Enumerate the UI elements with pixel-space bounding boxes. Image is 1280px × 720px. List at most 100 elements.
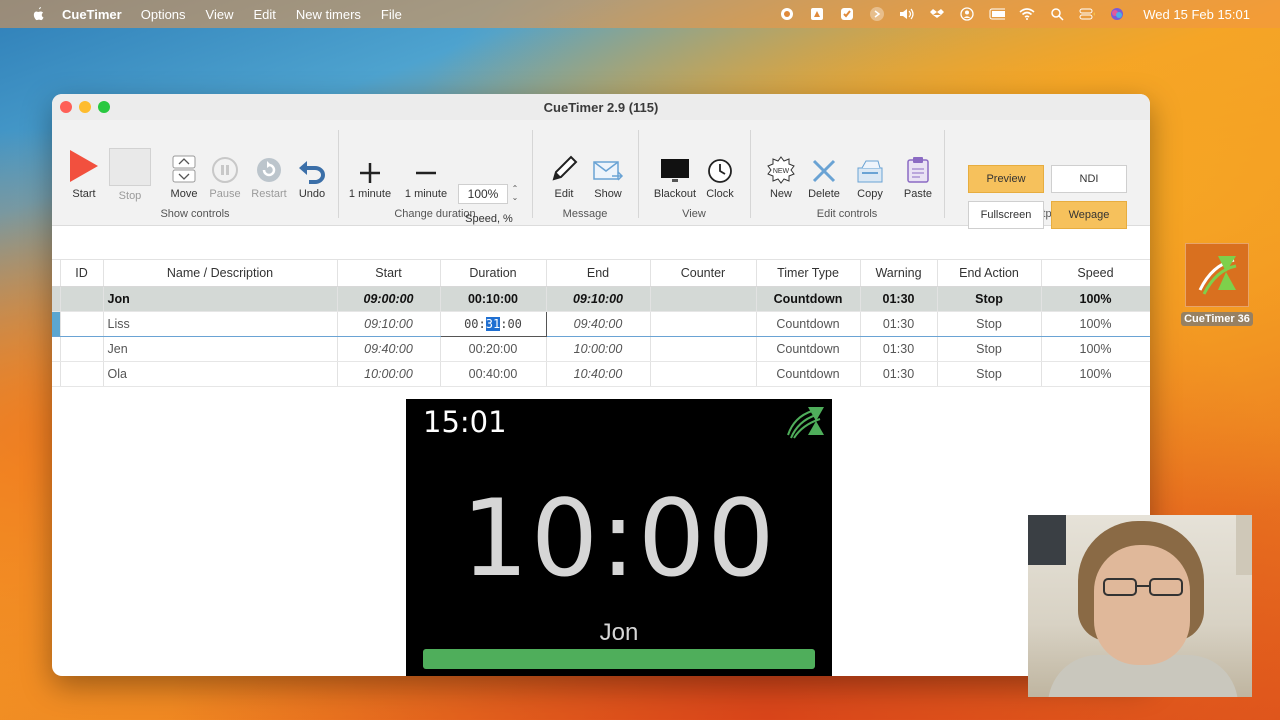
cell-duration[interactable]: 00:40:00 xyxy=(440,361,547,387)
move-button[interactable]: Move xyxy=(166,150,202,200)
speed-input[interactable]: 100% xyxy=(458,184,508,204)
cell-warning[interactable]: 01:30 xyxy=(860,336,938,362)
maximize-button[interactable] xyxy=(98,101,110,113)
cell-duration[interactable]: 00:20:00 xyxy=(440,336,547,362)
cell-type[interactable]: Countdown xyxy=(756,336,861,362)
speed-stepper[interactable]: ⌃ ⌄ xyxy=(510,184,520,204)
copy-button[interactable]: Copy xyxy=(852,150,888,200)
pause-button[interactable]: Pause xyxy=(206,150,244,200)
cell-counter[interactable] xyxy=(650,361,757,387)
cell-end-action[interactable]: Stop xyxy=(937,286,1042,312)
cell-speed[interactable]: 100% xyxy=(1041,311,1150,337)
drive-icon[interactable] xyxy=(809,7,825,21)
stepper-down-icon[interactable]: ⌄ xyxy=(510,193,520,202)
stepper-up-icon[interactable]: ⌃ xyxy=(510,184,520,193)
cell-warning[interactable]: 01:30 xyxy=(860,311,938,337)
cell-end[interactable]: 10:40:00 xyxy=(546,361,651,387)
menu-file[interactable]: File xyxy=(381,7,402,22)
restart-button[interactable]: Restart xyxy=(248,150,290,200)
control-center-icon[interactable] xyxy=(1079,7,1096,21)
cell-type[interactable]: Countdown xyxy=(756,286,861,312)
close-button[interactable] xyxy=(60,101,72,113)
cell-end-action[interactable]: Stop xyxy=(937,336,1042,362)
row-marker[interactable] xyxy=(52,336,61,362)
cell-start[interactable]: 09:40:00 xyxy=(337,336,441,362)
cell-end[interactable]: 10:00:00 xyxy=(546,336,651,362)
cell-warning[interactable]: 01:30 xyxy=(860,286,938,312)
header-speed[interactable]: Speed xyxy=(1041,259,1150,287)
menu-app-name[interactable]: CueTimer xyxy=(62,7,122,22)
cell-id[interactable] xyxy=(60,286,104,312)
webpage-output-button[interactable]: Wepage xyxy=(1051,201,1127,229)
cell-duration-editor[interactable]: 00:31:00 xyxy=(439,311,547,337)
new-timer-button[interactable]: NEW New xyxy=(764,150,798,200)
cell-counter[interactable] xyxy=(650,311,757,337)
user-icon[interactable] xyxy=(959,7,975,21)
menu-edit[interactable]: Edit xyxy=(254,7,276,22)
cell-duration[interactable]: 00:10:00 xyxy=(440,286,547,312)
header-warning[interactable]: Warning xyxy=(860,259,938,287)
stop-button[interactable]: Stop xyxy=(108,146,152,202)
message-edit-button[interactable]: Edit xyxy=(544,150,584,200)
row-marker[interactable] xyxy=(52,286,61,312)
add-minute-button[interactable]: 1 minute xyxy=(346,150,394,200)
minimize-button[interactable] xyxy=(79,101,91,113)
cell-speed[interactable]: 100% xyxy=(1041,361,1150,387)
duration-edit-field[interactable]: 00:31:00 xyxy=(464,317,522,331)
header-timer-type[interactable]: Timer Type xyxy=(756,259,861,287)
message-show-button[interactable]: Show xyxy=(588,150,628,200)
desktop-icon-cuetimer[interactable]: CueTimer 36 xyxy=(1180,243,1254,327)
header-start[interactable]: Start xyxy=(337,259,441,287)
menu-view[interactable]: View xyxy=(206,7,234,22)
table-row[interactable]: Liss 09:10:00 00:31:00 09:40:00 Countdow… xyxy=(52,311,1150,337)
header-end-action[interactable]: End Action xyxy=(937,259,1042,287)
cell-speed[interactable]: 100% xyxy=(1041,286,1150,312)
preview-output-button[interactable]: Preview xyxy=(968,165,1044,193)
paste-button[interactable]: Paste xyxy=(898,150,938,200)
cell-type[interactable]: Countdown xyxy=(756,361,861,387)
cell-id[interactable] xyxy=(60,311,104,337)
cell-speed[interactable]: 100% xyxy=(1041,336,1150,362)
header-duration[interactable]: Duration xyxy=(440,259,547,287)
cell-start[interactable]: 09:10:00 xyxy=(337,311,441,337)
menubar-clock[interactable]: Wed 15 Feb 15:01 xyxy=(1143,7,1250,22)
row-marker[interactable] xyxy=(52,361,61,387)
menu-options[interactable]: Options xyxy=(141,7,186,22)
wifi-icon[interactable] xyxy=(1019,7,1035,21)
header-end[interactable]: End xyxy=(546,259,651,287)
cell-id[interactable] xyxy=(60,336,104,362)
cell-start[interactable]: 10:00:00 xyxy=(337,361,441,387)
cell-warning[interactable]: 01:30 xyxy=(860,361,938,387)
cell-id[interactable] xyxy=(60,361,104,387)
menu-new-timers[interactable]: New timers xyxy=(296,7,361,22)
siri-icon[interactable] xyxy=(1109,7,1125,21)
search-icon[interactable] xyxy=(1049,7,1065,21)
table-row[interactable]: Jon 09:00:00 00:10:00 09:10:00 Countdown… xyxy=(52,286,1150,312)
cell-end-action[interactable]: Stop xyxy=(937,311,1042,337)
header-id[interactable]: ID xyxy=(60,259,104,287)
cell-name[interactable]: Ola xyxy=(103,361,338,387)
delete-button[interactable]: Delete xyxy=(806,150,842,200)
fullscreen-output-button[interactable]: Fullscreen xyxy=(968,201,1044,229)
ndi-output-button[interactable]: NDI xyxy=(1051,165,1127,193)
start-button[interactable]: Start xyxy=(64,150,104,200)
cell-start[interactable]: 09:00:00 xyxy=(337,286,441,312)
undo-button[interactable]: Undo xyxy=(294,150,330,200)
row-marker[interactable] xyxy=(52,311,61,337)
checkbox-app-icon[interactable] xyxy=(839,7,855,21)
cell-end-action[interactable]: Stop xyxy=(937,361,1042,387)
clock-button[interactable]: Clock xyxy=(702,150,738,200)
subtract-minute-button[interactable]: 1 minute xyxy=(402,150,450,200)
cell-name[interactable]: Liss xyxy=(103,311,338,337)
cell-end[interactable]: 09:10:00 xyxy=(546,286,651,312)
circle-arrow-icon[interactable] xyxy=(869,7,885,21)
cell-counter[interactable] xyxy=(650,286,757,312)
duration-minutes-selected[interactable]: 31 xyxy=(485,317,501,331)
header-name[interactable]: Name / Description xyxy=(103,259,338,287)
record-icon[interactable] xyxy=(779,7,795,21)
cell-type[interactable]: Countdown xyxy=(756,311,861,337)
cell-name[interactable]: Jen xyxy=(103,336,338,362)
volume-icon[interactable] xyxy=(899,7,915,21)
apple-icon[interactable] xyxy=(30,6,46,22)
blackout-button[interactable]: Blackout xyxy=(652,150,698,200)
